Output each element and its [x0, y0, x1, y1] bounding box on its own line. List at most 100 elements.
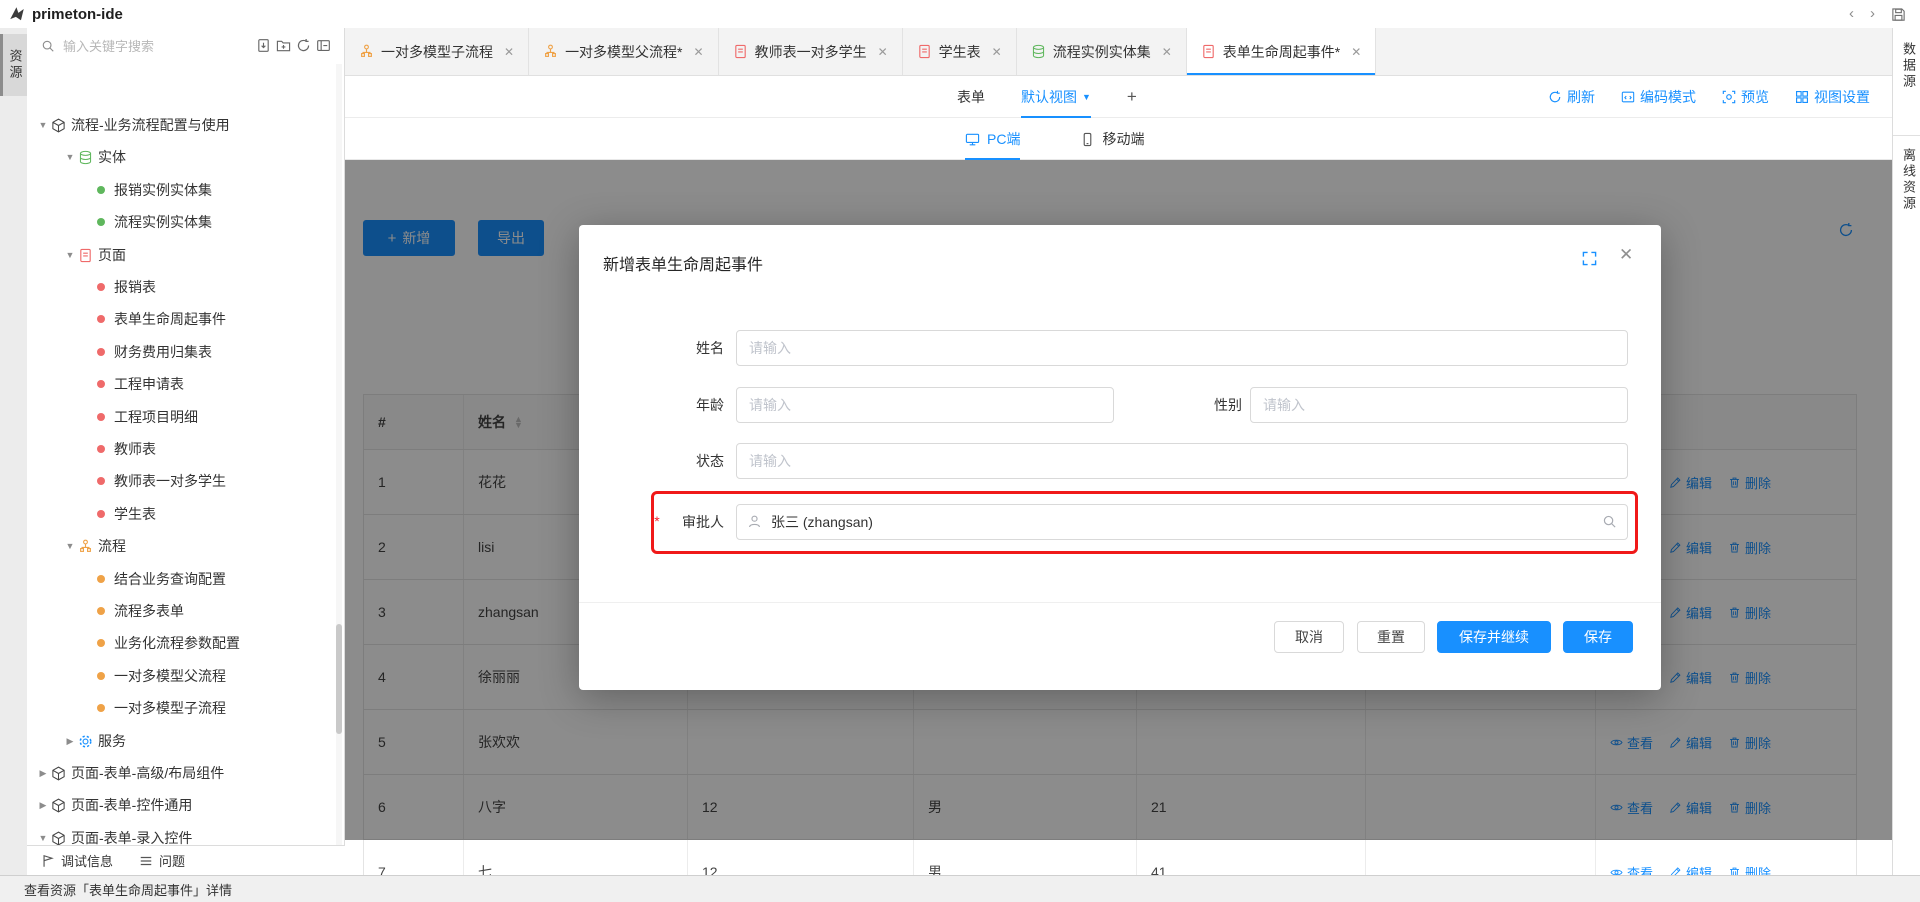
- tree-item[interactable]: 一对多模型子流程: [27, 692, 226, 724]
- problems-tab[interactable]: 问题: [139, 851, 185, 870]
- tree-item[interactable]: 报销表: [27, 271, 156, 303]
- tree-item-label: 流程实例实体集: [114, 212, 212, 232]
- tab-student-table[interactable]: 学生表: [903, 28, 1017, 75]
- gender-field[interactable]: [1250, 387, 1628, 423]
- nav-forward-icon[interactable]: ›: [1870, 0, 1875, 28]
- offline-resources-tab[interactable]: 离线资源: [1899, 148, 1918, 215]
- collapse-panel-icon[interactable]: [316, 38, 331, 53]
- tree-item[interactable]: 页面-表单-高级/布局组件: [27, 757, 224, 789]
- tree-item-label: 报销实例实体集: [114, 180, 212, 200]
- close-icon[interactable]: [878, 45, 888, 59]
- debug-icon: [41, 854, 55, 868]
- debug-info-tab[interactable]: 调试信息: [41, 851, 113, 870]
- divider: [579, 602, 1661, 603]
- save-icon[interactable]: [1891, 7, 1906, 22]
- caret-down-icon[interactable]: [62, 250, 78, 261]
- tree-item[interactable]: 流程实例实体集: [27, 206, 212, 238]
- monitor-icon: [965, 132, 980, 147]
- search-input[interactable]: [61, 38, 215, 55]
- page-dot-icon: [97, 477, 105, 485]
- tab-form-lifecycle-event[interactable]: 表单生命周起事件*: [1187, 28, 1377, 75]
- form-tab[interactable]: 表单: [957, 87, 985, 107]
- tree-item[interactable]: 流程: [27, 530, 126, 562]
- tree-item[interactable]: 页面-表单-录入控件: [27, 822, 192, 845]
- tree-item[interactable]: 表单生命周起事件: [27, 303, 226, 335]
- name-field[interactable]: [736, 330, 1628, 366]
- caret-down-icon[interactable]: [62, 152, 78, 163]
- page-dot-icon: [97, 445, 105, 453]
- tab-parent-flow[interactable]: 一对多模型父流程*: [529, 28, 719, 75]
- mobile-tab[interactable]: 移动端: [1080, 118, 1144, 160]
- status-field[interactable]: [736, 443, 1628, 479]
- tree-item[interactable]: 教师表: [27, 433, 156, 465]
- add-view-button[interactable]: +: [1127, 87, 1137, 107]
- tree-item-label: 页面-表单-高级/布局组件: [71, 763, 224, 783]
- import-resource-icon[interactable]: [256, 38, 271, 53]
- save-and-continue-button[interactable]: 保存并继续: [1437, 621, 1551, 653]
- tree-item[interactable]: 报销实例实体集: [27, 174, 212, 206]
- grid-icon: [1795, 90, 1809, 104]
- flow-dot-icon: [97, 607, 105, 615]
- code-mode-label: 编码模式: [1640, 87, 1696, 107]
- caret-right-icon[interactable]: [35, 800, 51, 811]
- search-icon[interactable]: [1602, 514, 1617, 529]
- tree-item[interactable]: 业务化流程参数配置: [27, 627, 240, 659]
- tree-item[interactable]: 流程多表单: [27, 595, 184, 627]
- tree-item[interactable]: 实体: [27, 141, 126, 173]
- tab-child-flow[interactable]: 一对多模型子流程: [345, 28, 529, 75]
- code-mode-button[interactable]: 编码模式: [1621, 87, 1696, 107]
- tab-teacher-students[interactable]: 教师表一对多学生: [719, 28, 903, 75]
- tree-item[interactable]: 流程-业务流程配置与使用: [27, 109, 230, 141]
- resource-sidebar: 流程-业务流程配置与使用 实体 报销实例实体集 流程实例实体集 页面 报销表 表…: [27, 28, 345, 875]
- pc-tab[interactable]: PC端: [965, 118, 1020, 160]
- title-bar: primeton-ide ‹ ›: [0, 0, 1920, 29]
- tree-item-label: 表单生命周起事件: [114, 309, 226, 329]
- sidebar-scrollbar[interactable]: [336, 64, 342, 845]
- mobile-tab-label: 移动端: [1102, 129, 1144, 149]
- cancel-button[interactable]: 取消: [1274, 621, 1344, 653]
- caret-right-icon[interactable]: [35, 768, 51, 779]
- approver-field[interactable]: [736, 504, 1628, 540]
- close-icon[interactable]: [1619, 245, 1633, 265]
- flow-icon: [359, 44, 374, 59]
- close-icon[interactable]: [1162, 45, 1172, 59]
- activity-tab-resources[interactable]: 资源: [0, 34, 27, 96]
- tab-label: 一对多模型子流程: [381, 42, 493, 62]
- tree-item[interactable]: 页面-表单-控件通用: [27, 789, 192, 821]
- caret-down-icon[interactable]: [35, 833, 51, 844]
- tree-item[interactable]: 页面: [27, 239, 126, 271]
- flow-icon: [543, 44, 558, 59]
- caret-down-icon[interactable]: [62, 541, 78, 552]
- close-icon[interactable]: [694, 45, 704, 59]
- new-folder-icon[interactable]: [276, 38, 291, 53]
- tree-item[interactable]: 财务费用归集表: [27, 336, 212, 368]
- close-icon[interactable]: [1351, 45, 1361, 59]
- tree-item[interactable]: 一对多模型父流程: [27, 660, 226, 692]
- form-icon: [1201, 44, 1216, 59]
- fullscreen-icon[interactable]: [1582, 251, 1597, 266]
- tree-item[interactable]: 结合业务查询配置: [27, 563, 226, 595]
- nav-back-icon[interactable]: ‹: [1849, 0, 1854, 28]
- refresh-tree-icon[interactable]: [296, 38, 311, 53]
- tab-process-entity-set[interactable]: 流程实例实体集: [1017, 28, 1187, 75]
- scrollbar-thumb[interactable]: [336, 624, 342, 734]
- view-settings-button[interactable]: 视图设置: [1795, 87, 1870, 107]
- default-view-tab[interactable]: 默认视图: [1021, 76, 1091, 118]
- caret-down-icon[interactable]: [35, 120, 51, 131]
- tree-item[interactable]: 教师表一对多学生: [27, 465, 226, 497]
- datasource-tab[interactable]: 数据源: [1899, 42, 1918, 93]
- close-icon[interactable]: [504, 45, 514, 59]
- refresh-button[interactable]: 刷新: [1548, 87, 1595, 107]
- tree-item[interactable]: 服务: [27, 725, 126, 757]
- tree-item[interactable]: 工程项目明细: [27, 401, 198, 433]
- save-button[interactable]: 保存: [1563, 621, 1633, 653]
- close-icon[interactable]: [992, 45, 1002, 59]
- tree-item[interactable]: 学生表: [27, 498, 156, 530]
- search-icon: [41, 39, 55, 53]
- tree-item[interactable]: 工程申请表: [27, 368, 184, 400]
- preview-button[interactable]: 预览: [1722, 87, 1769, 107]
- reset-button[interactable]: 重置: [1357, 621, 1425, 653]
- caret-right-icon[interactable]: [62, 736, 78, 747]
- age-field[interactable]: [736, 387, 1114, 423]
- view-settings-label: 视图设置: [1814, 87, 1870, 107]
